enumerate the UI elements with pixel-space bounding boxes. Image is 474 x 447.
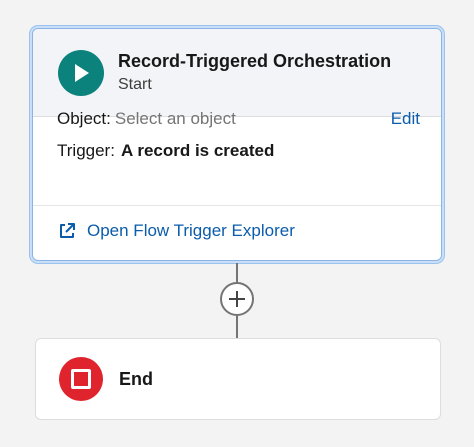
add-element-button[interactable]	[220, 282, 254, 316]
external-link-icon	[60, 223, 75, 238]
explorer-link-label: Open Flow Trigger Explorer	[87, 221, 295, 240]
start-node-header: Record-Triggered Orchestration Start	[33, 29, 441, 117]
connector-line-bottom	[236, 316, 238, 338]
stop-icon	[59, 357, 103, 401]
play-icon	[58, 49, 104, 96]
trigger-label: Trigger:	[57, 141, 115, 160]
connector-line-top	[236, 263, 238, 283]
object-row: Object: Select an object	[57, 109, 236, 129]
object-placeholder: Select an object	[114, 109, 236, 128]
trigger-value: A record is created	[120, 141, 275, 160]
open-flow-trigger-explorer-link[interactable]: Open Flow Trigger Explorer	[57, 221, 295, 241]
start-node-subtitle: Start	[118, 75, 152, 93]
end-node-label: End	[119, 368, 153, 389]
trigger-row: Trigger: A record is created	[57, 141, 274, 161]
object-label: Object:	[57, 109, 111, 128]
start-node-body	[33, 117, 441, 206]
end-node-card[interactable]: End	[35, 338, 441, 420]
plus-icon	[229, 291, 245, 307]
start-node-title: Record-Triggered Orchestration	[118, 50, 392, 71]
edit-link[interactable]: Edit	[391, 109, 420, 129]
